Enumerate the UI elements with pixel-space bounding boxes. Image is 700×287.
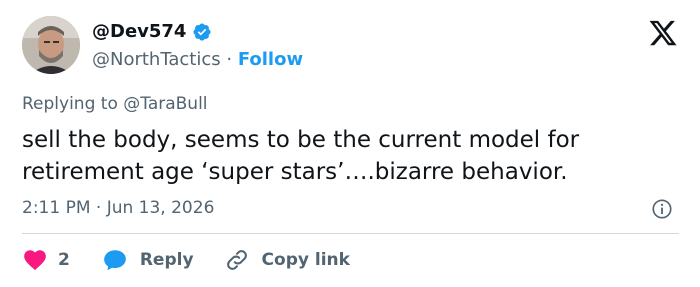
avatar-photo xyxy=(22,16,80,74)
copy-link-button[interactable]: Copy link xyxy=(224,247,350,273)
divider xyxy=(22,233,679,234)
avatar[interactable] xyxy=(22,16,80,74)
action-bar: 2 Reply Copy link xyxy=(22,246,350,274)
reply-bubble-icon xyxy=(104,250,126,271)
reply-label: Reply xyxy=(139,250,194,270)
author-display-name[interactable]: @Dev574 xyxy=(92,21,186,42)
copy-link-label: Copy link xyxy=(261,250,350,270)
separator-dot: · xyxy=(226,49,233,70)
verified-badge-icon xyxy=(193,22,212,41)
follow-button[interactable]: Follow xyxy=(238,49,303,70)
like-count: 2 xyxy=(58,250,70,270)
replying-target-link[interactable]: @TaraBull xyxy=(123,94,207,114)
like-button[interactable]: 2 xyxy=(22,247,102,273)
author-handle-row: @NorthTactics · Follow xyxy=(92,49,303,70)
author-handle[interactable]: @NorthTactics xyxy=(92,49,221,70)
replying-prefix: Replying to xyxy=(22,94,118,114)
link-icon xyxy=(226,250,247,270)
replying-to-line: Replying to @TaraBull xyxy=(22,94,208,114)
tweet-text: sell the body, seems to be the current m… xyxy=(22,127,580,185)
author-name-row[interactable]: @Dev574 xyxy=(92,21,212,42)
info-icon[interactable] xyxy=(651,198,673,220)
x-logo-icon[interactable] xyxy=(648,18,678,48)
tweet-timestamp[interactable]: 2:11 PM · Jun 13, 2026 xyxy=(22,198,214,218)
reply-button[interactable]: Reply xyxy=(102,247,224,273)
heart-icon xyxy=(24,250,46,271)
